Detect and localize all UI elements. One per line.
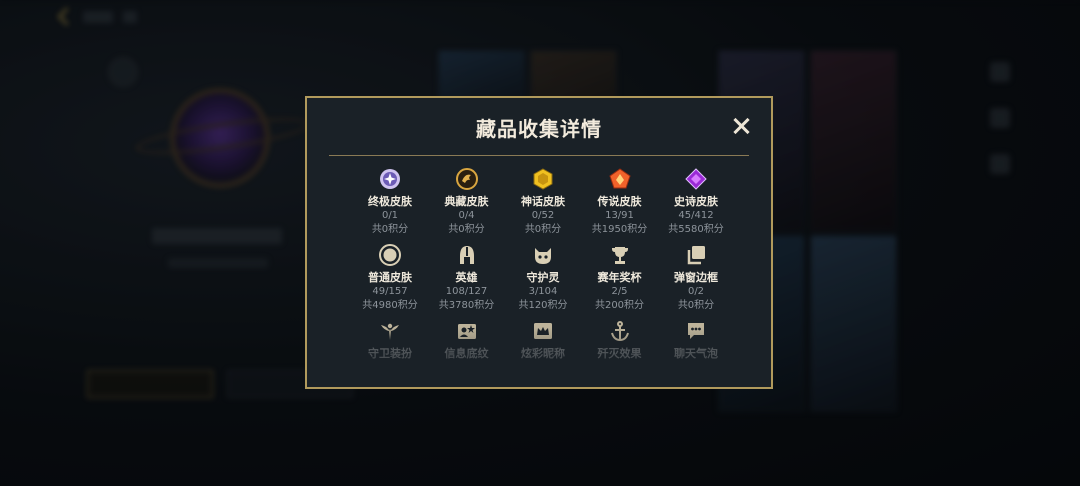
anchor-icon xyxy=(609,320,631,342)
item-label: 信息底纹 xyxy=(444,347,489,360)
item-label: 史诗皮肤 xyxy=(674,195,718,208)
gold-hexagon-icon xyxy=(532,168,554,190)
item-points: 共4980积分 xyxy=(362,300,418,311)
item-points: 共5580积分 xyxy=(668,224,724,235)
item-label: 终极皮肤 xyxy=(368,195,412,208)
wings-emblem-icon xyxy=(379,320,401,342)
item-points: 共0积分 xyxy=(448,224,485,235)
item-label: 弹窗边框 xyxy=(674,271,718,284)
collection-details-modal: 藏品收集详情 终极皮肤 0/1 共0积分 典藏皮肤 0/4 共0积分 神话皮肤 … xyxy=(305,96,773,389)
item-points: 共0积分 xyxy=(677,300,715,311)
collection-item-chat-bubble[interactable]: 聊天气泡 xyxy=(658,320,734,387)
item-label: 守卫装扮 xyxy=(368,347,412,360)
collection-item-season-trophy[interactable]: 赛年奖杯 2/5 共200积分 xyxy=(582,244,658,320)
collection-item-mythic-skin[interactable]: 神话皮肤 0/52 共0积分 xyxy=(505,168,581,244)
collection-item-popup-frame[interactable]: 弹窗边框 0/2 共0积分 xyxy=(658,244,734,320)
item-points: 共3780积分 xyxy=(438,300,495,311)
item-count: 0/2 xyxy=(687,286,705,297)
profile-card-icon xyxy=(456,320,478,342)
collection-item-epic-skin[interactable]: 史诗皮肤 45/412 共5580积分 xyxy=(658,168,734,244)
modal-title: 藏品收集详情 xyxy=(476,117,602,141)
close-icon[interactable] xyxy=(731,116,751,136)
item-label: 普通皮肤 xyxy=(368,271,412,284)
item-count: 3/104 xyxy=(528,286,558,297)
item-count: 0/1 xyxy=(381,210,399,221)
dragon-badge-icon xyxy=(455,168,478,190)
item-label: 炫彩昵称 xyxy=(521,347,565,360)
guardian-pet-icon xyxy=(532,244,554,266)
purple-gem-icon xyxy=(685,168,707,190)
circle-badge-icon xyxy=(379,244,401,266)
item-count: 0/52 xyxy=(531,210,555,221)
item-points: 共0积分 xyxy=(371,224,409,235)
item-label: 英雄 xyxy=(455,271,478,284)
title-divider xyxy=(329,155,749,156)
collection-grid: 终极皮肤 0/1 共0积分 典藏皮肤 0/4 共0积分 神话皮肤 0/52 共0… xyxy=(352,168,734,387)
collection-row: 普通皮肤 49/157 共4980积分 英雄 108/127 共3780积分 守… xyxy=(352,244,734,320)
item-points: 共200积分 xyxy=(594,300,645,311)
chat-bubble-icon xyxy=(685,320,707,342)
collection-item-legendary-skin[interactable]: 传说皮肤 13/91 共1950积分 xyxy=(582,168,658,244)
collection-item-guardian[interactable]: 守护灵 3/104 共120积分 xyxy=(505,244,581,320)
item-count: 13/91 xyxy=(605,210,634,221)
collection-row: 终极皮肤 0/1 共0积分 典藏皮肤 0/4 共0积分 神话皮肤 0/52 共0… xyxy=(352,168,734,244)
helmet-icon xyxy=(456,244,478,266)
collection-item-normal-skin[interactable]: 普通皮肤 49/157 共4980积分 xyxy=(352,244,428,320)
item-count: 108/127 xyxy=(445,286,488,297)
star-diamond-icon xyxy=(379,168,401,190)
collection-item-hero[interactable]: 英雄 108/127 共3780积分 xyxy=(429,244,505,320)
item-label: 聊天气泡 xyxy=(674,347,718,360)
item-label: 神话皮肤 xyxy=(521,195,565,208)
item-count: 49/157 xyxy=(372,286,408,297)
collection-item-ace-effect[interactable]: 歼灭效果 xyxy=(582,320,658,387)
item-count: 0/4 xyxy=(458,210,475,221)
item-label: 传说皮肤 xyxy=(597,195,642,208)
item-points: 共0积分 xyxy=(524,224,562,235)
collection-item-colorful-nickname[interactable]: 炫彩昵称 xyxy=(505,320,581,387)
item-label: 赛年奖杯 xyxy=(597,271,642,284)
item-label: 典藏皮肤 xyxy=(444,195,489,208)
crown-frame-icon xyxy=(532,320,554,342)
item-count: 45/412 xyxy=(678,210,714,221)
item-points: 共1950积分 xyxy=(591,224,648,235)
collection-item-ward-skin[interactable]: 守卫装扮 xyxy=(352,320,428,387)
item-count: 2/5 xyxy=(611,286,628,297)
trophy-icon xyxy=(609,244,631,266)
stacked-cards-icon xyxy=(685,244,707,266)
collection-item-prestige-skin[interactable]: 典藏皮肤 0/4 共0积分 xyxy=(429,168,505,244)
orange-pentagon-icon xyxy=(608,168,631,190)
collection-item-profile-pattern[interactable]: 信息底纹 xyxy=(429,320,505,387)
item-label: 守护灵 xyxy=(526,271,560,284)
collection-item-ultimate-skin[interactable]: 终极皮肤 0/1 共0积分 xyxy=(352,168,428,244)
item-points: 共120积分 xyxy=(518,300,568,311)
collection-row: 守卫装扮 信息底纹 炫彩昵称 歼灭效果 聊天气泡 xyxy=(352,320,734,387)
item-label: 歼灭效果 xyxy=(597,347,642,360)
